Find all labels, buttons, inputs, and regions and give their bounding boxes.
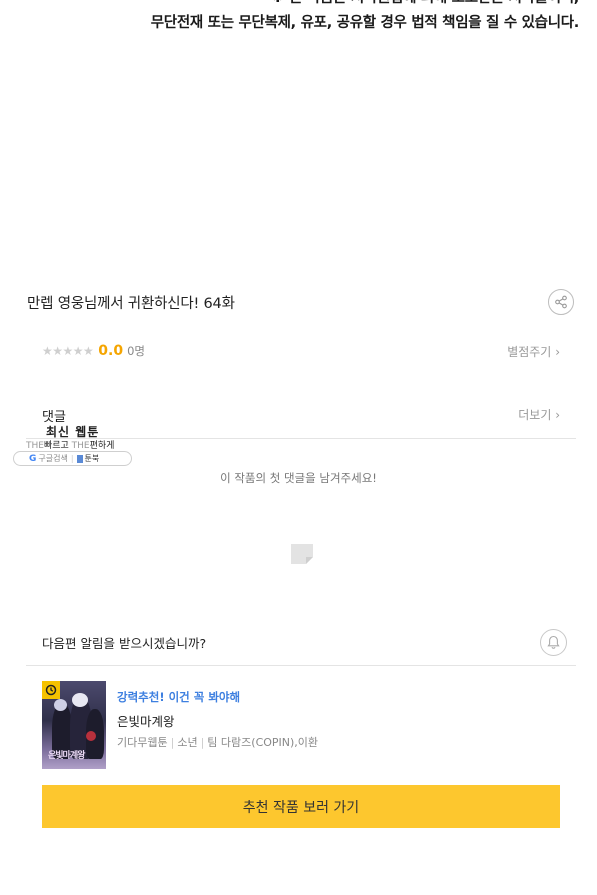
copyright-notice-line-2: 무단전재 또는 무단복제, 유포, 공유할 경우 법적 책임을 질 수 있습니다… — [150, 15, 580, 31]
thumbnail-logo: 은빛마계왕 — [48, 751, 85, 761]
chevron-right-icon: › — [555, 408, 560, 422]
chevron-right-icon: › — [555, 345, 560, 359]
ad-search-label: 구글검색 — [38, 454, 68, 463]
recommended-work-thumbnail[interactable]: 은빛마계왕 — [42, 681, 106, 769]
view-recommended-button[interactable]: 추천 작품 보러 가기 — [42, 785, 560, 828]
meta-type: 기다무웹툰 — [117, 736, 168, 749]
next-episode-alarm-question: 다음편 알림을 받으시겠습니까? — [42, 636, 207, 651]
recommended-work-info[interactable]: 강력추천! 이건 꼭 봐야해 은빛마계왕 기다무웹툰 | 소년 | 팀 다람즈(COPI… — [117, 681, 318, 769]
book-icon — [76, 454, 83, 463]
rating-score: 0.0 — [98, 343, 124, 359]
recommended-work-meta: 기다무웹툰 | 소년 | 팀 다람즈(COPIN),이환 — [117, 734, 318, 750]
meta-separator: | — [170, 736, 175, 749]
meta-separator: | — [200, 736, 205, 749]
share-button[interactable] — [548, 289, 574, 315]
ad-slogan-the-1: THE — [26, 441, 44, 451]
ad-slogan[interactable]: THE빠르고 THE편하게 — [26, 438, 114, 451]
ad-search-pill[interactable]: G 구글검색 | 툰북 — [13, 451, 132, 466]
ad-slogan-easy: 편하게 — [89, 441, 115, 451]
rating-stars: ★★★★★ — [42, 344, 94, 358]
meta-authors: 팀 다람즈(COPIN),이환 — [207, 736, 319, 749]
empty-comments-message: 이 작품의 첫 댓글을 남겨주세요! — [220, 471, 377, 485]
ad-slogan-fast: 빠르고 — [43, 441, 69, 451]
rating-count: 0명 — [127, 344, 146, 358]
alarm-button[interactable] — [540, 629, 567, 656]
comments-more-label: 더보기 — [518, 408, 552, 422]
episode-title: 만렙 영웅님께서 귀환하신다! 64화 — [27, 296, 235, 312]
give-rating-label: 별점주기 — [507, 345, 552, 359]
memo-icon — [291, 544, 313, 564]
ad-slogan-the-2: THE — [71, 441, 90, 451]
comments-more-link[interactable]: 더보기 › — [518, 406, 560, 423]
bell-icon — [547, 635, 560, 649]
thumbnail-accent — [86, 731, 96, 741]
alarm-divider — [26, 665, 576, 666]
comments-divider — [26, 438, 576, 439]
google-icon: G — [29, 453, 37, 464]
copyright-notice: ※ 본 작품은 저작권법에 의해 보호받는 저작물이며, 무단전재 또는 무단복… — [0, 0, 597, 36]
copyright-notice-line-1: ※ 본 작품은 저작권법에 의해 보호받는 저작물이며, — [0, 0, 580, 11]
give-rating-link[interactable]: 별점주기 › — [507, 343, 560, 360]
thumbnail-hair — [54, 699, 67, 711]
meta-genre: 소년 — [177, 736, 198, 749]
thumbnail-hair — [72, 693, 88, 707]
rating-summary: ★★★★★ 0.0 0명 — [42, 343, 145, 359]
recommendation-tag: 강력추천! 이건 꼭 봐야해 — [117, 690, 241, 704]
ad-brand-name: 툰북 — [84, 454, 100, 463]
ad-search-separator: | — [70, 454, 74, 463]
recommended-work[interactable]: 은빛마계왕 강력추천! 이건 꼭 봐야해 은빛마계왕 기다무웹툰 | 소년 | 팀 다람… — [42, 681, 318, 769]
clock-icon — [42, 681, 60, 699]
recommended-work-title: 은빛마계왕 — [117, 714, 175, 729]
share-icon — [555, 295, 567, 309]
